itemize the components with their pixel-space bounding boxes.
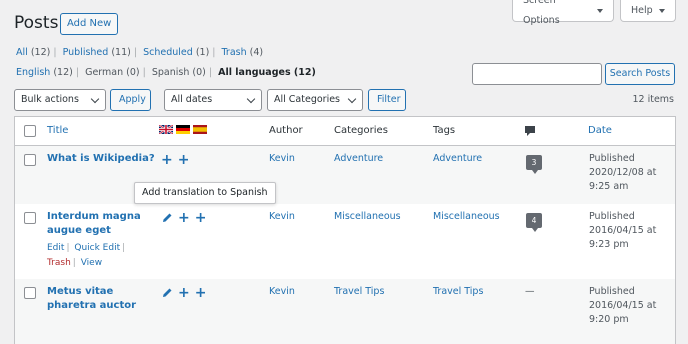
comment-icon[interactable] [524,125,536,137]
tag-link[interactable]: Adventure [433,152,482,166]
dates-label: All dates [171,94,213,105]
table-row: Metus vitae pharetra auctor + + Kevin Tr… [15,279,675,344]
search-posts-button[interactable]: Search Posts [605,63,675,85]
page-title: Posts [14,13,59,33]
add-translation-spanish-icon[interactable]: + [195,211,207,225]
select-all-checkbox[interactable] [24,125,36,137]
language-flags [159,125,207,134]
add-translation-spanish-icon[interactable]: + [195,286,207,300]
add-translation-german-icon[interactable]: + [161,153,173,167]
row-checkbox[interactable] [24,212,36,224]
chevron-down-icon [90,94,100,104]
column-author: Author [269,125,303,136]
apply-button[interactable]: Apply [110,89,151,111]
author-link[interactable]: Kevin [269,152,295,166]
author-link[interactable]: Kevin [269,285,295,299]
screen-options-label: Screen Options [523,0,560,26]
category-link[interactable]: Travel Tips [334,285,384,299]
filter-trash[interactable]: Trash (4) [222,47,264,58]
categories-select[interactable]: All Categories [267,89,363,111]
post-title-link[interactable]: Metus vitae pharetra auctor [47,285,136,313]
caret-down-icon [658,8,665,13]
help-button[interactable]: Help [620,0,676,22]
filter-all[interactable]: All (12) [16,47,50,58]
posts-table: Title Author Categories Tags Date What i… [14,116,676,344]
add-translation-spanish-icon[interactable]: + [178,153,190,167]
edit-translation-pencil-icon[interactable] [161,212,173,224]
spain-flag-icon [193,125,207,134]
post-date: Published 2016/04/15 at 9:23 pm [589,211,657,250]
items-count: 12 items [632,94,674,105]
trash-link[interactable]: Trash [47,258,71,268]
quick-edit-link[interactable]: Quick Edit [74,243,120,253]
row-actions: Edit | Quick Edit | Trash | View [47,243,126,268]
filter-published[interactable]: Published (11) [63,47,131,58]
screen-options-button[interactable]: Screen Options [512,0,614,26]
help-label: Help [631,4,653,16]
filter-english[interactable]: English (12) [16,67,73,78]
category-link[interactable]: Miscellaneous [334,210,401,224]
row-checkbox[interactable] [24,287,36,299]
caret-down-icon [597,8,603,13]
bulk-actions-select[interactable]: Bulk actions [14,89,106,111]
dates-select[interactable]: All dates [164,89,262,111]
filter-all-languages[interactable]: All languages (12) [218,67,316,78]
uk-flag-icon [159,125,173,134]
column-categories: Categories [334,125,388,136]
view-link[interactable]: View [81,258,102,268]
post-title-link[interactable]: Interdum magna augue eget [47,210,141,238]
status-filters: All (12) | Published (11) | Scheduled (1) |… [16,47,264,58]
category-link[interactable]: Adventure [334,152,383,166]
translation-actions: + + [161,153,190,167]
germany-flag-icon [176,125,190,134]
edit-link[interactable]: Edit [47,243,64,253]
row-checkbox[interactable] [24,154,36,166]
column-tags: Tags [433,125,456,136]
tag-link[interactable]: Travel Tips [433,285,483,299]
translation-actions: + + [161,286,207,300]
comment-count-badge[interactable]: 3 [526,155,542,174]
column-date[interactable]: Date [588,125,612,136]
add-translation-german-icon[interactable]: + [178,286,190,300]
search-input[interactable] [472,63,602,85]
comment-count-badge[interactable]: 4 [526,213,542,232]
author-link[interactable]: Kevin [269,210,295,224]
post-date: Published 2016/04/15 at 9:20 pm [589,286,657,325]
post-title-link[interactable]: What is Wikipedia? [47,152,155,166]
filter-button[interactable]: Filter [368,89,406,111]
translation-actions: + + [161,211,207,225]
table-row: Interdum magna augue eget Edit | Quick Ed… [15,204,675,279]
tag-link[interactable]: Miscellaneous [433,210,500,224]
post-date: Published 2020/12/08 at 9:25 am [589,153,657,192]
column-title[interactable]: Title [47,125,68,136]
add-new-button[interactable]: Add New [60,13,119,35]
add-translation-german-icon[interactable]: + [178,211,190,225]
filter-german[interactable]: German (0) [85,67,140,78]
filter-scheduled[interactable]: Scheduled (1) [143,47,209,58]
bulk-actions-label: Bulk actions [21,94,79,105]
no-comments-dash: — [525,286,535,297]
chevron-down-icon [347,94,357,104]
table-row: What is Wikipedia? + + Kevin Adventure A… [15,146,675,204]
table-header: Title Author Categories Tags Date [15,117,675,146]
language-filters: English (12) | German (0) | Spanish (0) | A… [16,67,316,78]
translation-tooltip: Add translation to Spanish [134,182,276,204]
chevron-down-icon [246,94,256,104]
edit-translation-pencil-icon[interactable] [161,287,173,299]
categories-label: All Categories [274,94,341,105]
filter-spanish[interactable]: Spanish (0) [152,67,206,78]
